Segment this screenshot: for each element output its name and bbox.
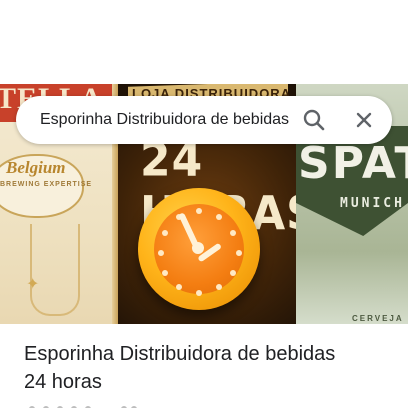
search-bar[interactable]: Esporinha Distribuidora de bebidas: [16, 96, 392, 144]
search-button[interactable]: [300, 106, 328, 134]
clock-hub: [192, 242, 204, 254]
clock-tick: [162, 270, 168, 276]
rating-stars: [24, 402, 144, 408]
clock-tick: [196, 208, 202, 214]
place-title-line2: 24 horas: [24, 371, 102, 393]
beer-footer-text: CERVEJA: [352, 314, 404, 323]
beer-brand-text: SPAT: [298, 138, 408, 189]
clock-tick: [162, 230, 168, 236]
search-icon: [303, 109, 325, 131]
clock-tick: [196, 290, 202, 296]
clock-tick: [216, 214, 222, 220]
clock-tick: [158, 250, 164, 256]
close-icon: [356, 112, 372, 128]
beer-brand-text: Belgium: [6, 158, 66, 177]
clock-tick: [230, 230, 236, 236]
star-ornament-icon: ✦: [26, 276, 40, 293]
beer-tagline-text: BREWING EXPERTISE: [0, 181, 93, 188]
top-blank-area: [0, 0, 408, 84]
clear-search-button[interactable]: [350, 106, 378, 134]
place-title-line1: Esporinha Distribuidora de bebidas: [24, 343, 336, 365]
clock-tick: [230, 270, 236, 276]
star-icon: [29, 406, 137, 408]
clock-tick: [216, 284, 222, 290]
search-input[interactable]: Esporinha Distribuidora de bebidas: [40, 111, 289, 129]
beer-city-text: MUNICH: [340, 196, 405, 211]
clock-tick: [236, 250, 242, 256]
place-title: Esporinha Distribuidora de bebidas 24 ho…: [24, 340, 394, 396]
beer-glass-outline: [30, 224, 80, 316]
clock-tick: [176, 284, 182, 290]
